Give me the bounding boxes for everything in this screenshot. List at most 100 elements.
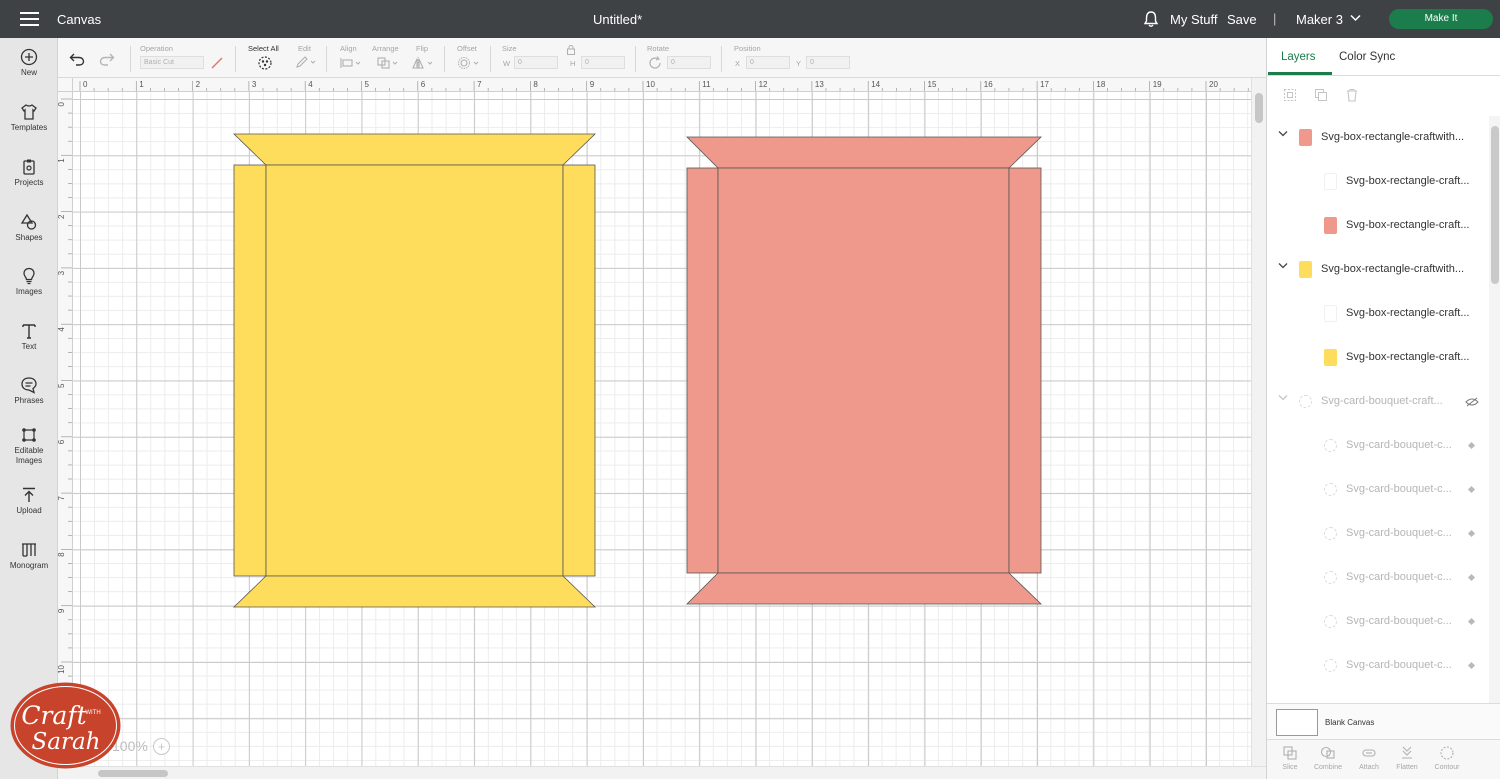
layer-color-swatch[interactable] [1324,217,1337,234]
machine-select[interactable]: Maker 3 [1296,12,1343,27]
layer-color-swatch[interactable] [1324,615,1337,628]
layers-panel: Layers Color Sync Svg-box-rectangle-craf… [1266,38,1500,779]
ruler-tick-label: 10 [58,664,66,673]
make-it-button[interactable]: Make It [1389,9,1493,29]
layer-group-row[interactable]: Svg-box-rectangle-craftwith... [1267,248,1489,292]
tool-upload[interactable]: Upload [0,486,58,516]
tool-monogram[interactable]: Monogram [0,541,58,571]
redo-icon[interactable] [99,52,115,66]
ruler-tick-label: 0 [58,101,66,106]
align-icon[interactable] [339,56,363,70]
chevron-down-icon[interactable] [1278,262,1288,270]
canvas-vertical-scrollbar[interactable] [1251,78,1266,766]
design-canvas[interactable] [73,92,1251,766]
edit-pencil-icon[interactable] [295,55,317,69]
layer-color-swatch[interactable] [1299,261,1312,278]
layer-row[interactable]: Svg-box-rectangle-craft... [1267,292,1489,336]
layer-group-row[interactable]: Svg-card-bouquet-craft... [1267,380,1489,424]
rotate-input[interactable]: 0 [667,56,711,69]
zoom-in-button[interactable]: + [153,738,170,755]
select-all-icon[interactable] [257,55,273,71]
flatten-button[interactable]: Flatten [1388,745,1426,771]
layer-group-row[interactable]: Svg-box-rectangle-craftwith... [1267,116,1489,160]
chevron-down-icon[interactable] [1278,394,1288,402]
my-stuff-link[interactable]: My Stuff [1170,12,1217,27]
lock-icon[interactable] [566,44,576,55]
canvas-horizontal-scrollbar[interactable] [58,766,1266,779]
blank-canvas-row[interactable]: Blank Canvas [1267,703,1500,739]
pink-box-shape[interactable] [686,136,1042,605]
arrange-icon[interactable] [376,56,400,70]
layer-row[interactable]: Svg-card-bouquet-c... [1267,600,1489,644]
layers-scrollbar[interactable] [1489,116,1500,703]
action-label: Slice [1282,764,1298,771]
layer-color-swatch[interactable] [1324,527,1337,540]
tool-templates[interactable]: Templates [0,103,58,133]
duplicate-icon[interactable] [1314,88,1328,102]
position-y-input[interactable]: 0 [806,56,850,69]
monogram-icon [22,543,36,557]
diamond-icon [1467,441,1476,450]
tool-phrases[interactable]: Phrases [0,376,58,406]
tool-images[interactable]: Images [0,267,58,297]
layer-color-swatch[interactable] [1324,349,1337,366]
save-button[interactable]: Save [1227,12,1257,27]
group-icon[interactable] [1283,88,1297,102]
linetype-pen-icon[interactable] [210,56,224,70]
ruler-tick-label: 15 [928,80,937,89]
layer-color-swatch[interactable] [1324,571,1337,584]
trash-icon[interactable] [1345,88,1359,102]
tool-projects[interactable]: Projects [0,158,58,188]
layer-color-swatch[interactable] [1324,659,1337,672]
ruler-tick-label: 7 [58,496,66,501]
layer-color-swatch[interactable] [1324,305,1337,322]
slice-button[interactable]: Slice [1271,745,1309,771]
tab-color-sync[interactable]: Color Sync [1339,51,1395,63]
tool-label: Text [21,342,37,351]
contour-button[interactable]: Contour [1428,745,1466,771]
layer-row[interactable]: Svg-card-bouquet-c... [1267,644,1489,688]
tab-layers[interactable]: Layers [1281,51,1316,63]
chevron-down-icon[interactable] [1278,130,1288,138]
offset-icon[interactable] [457,56,481,70]
layer-row[interactable]: Svg-box-rectangle-craft... [1267,336,1489,380]
flip-icon[interactable] [411,56,435,70]
layer-row[interactable]: Svg-box-rectangle-craft... [1267,160,1489,204]
layer-color-swatch[interactable] [1324,483,1337,496]
combine-button[interactable]: Combine [1309,745,1347,771]
ruler-horizontal: 0 1 2 3 4 5 6 7 8 9 10 11 12 13 14 15 16 17 18 19 20 [73,78,1251,92]
layer-row[interactable]: Svg-card-bouquet-c... [1267,468,1489,512]
height-input[interactable]: 0 [581,56,625,69]
undo-icon[interactable] [69,52,85,66]
position-x-input[interactable]: 0 [746,56,790,69]
tool-new[interactable]: New [0,48,58,78]
blank-canvas-swatch[interactable] [1276,709,1318,736]
layer-row[interactable]: Svg-card-bouquet-c... [1267,424,1489,468]
ruler-tick-label: 9 [590,80,595,89]
tool-shapes[interactable]: Shapes [0,213,58,243]
rotate-icon[interactable] [648,56,662,70]
operation-select[interactable]: Basic Cut [140,56,204,69]
tool-label: Upload [16,506,42,515]
layer-name: Svg-card-bouquet-c... [1346,615,1452,627]
yellow-box-shape[interactable] [233,133,596,608]
layer-color-swatch[interactable] [1299,395,1312,408]
tool-editable-images[interactable]: Editable Images [0,426,58,466]
eye-hidden-icon[interactable] [1465,397,1479,407]
layer-row[interactable]: Svg-card-bouquet-c... [1267,512,1489,556]
layer-row[interactable]: Svg-card-bouquet-c... [1267,556,1489,600]
bell-icon[interactable] [1143,10,1159,28]
ruler-tick-label: 1 [58,158,66,163]
operation-label: Operation [140,44,173,53]
width-input[interactable]: 0 [514,56,558,69]
layer-color-swatch[interactable] [1324,439,1337,452]
attach-button[interactable]: Attach [1350,745,1388,771]
tool-text[interactable]: Text [0,322,58,352]
menu-icon[interactable] [20,12,39,26]
layer-color-swatch[interactable] [1299,129,1312,146]
document-title[interactable]: Untitled* [593,12,642,27]
layer-row[interactable]: Svg-box-rectangle-craft... [1267,204,1489,248]
ruler-tick-label: 20 [1209,80,1218,89]
chevron-down-icon[interactable] [1350,14,1361,22]
layer-color-swatch[interactable] [1324,173,1337,190]
